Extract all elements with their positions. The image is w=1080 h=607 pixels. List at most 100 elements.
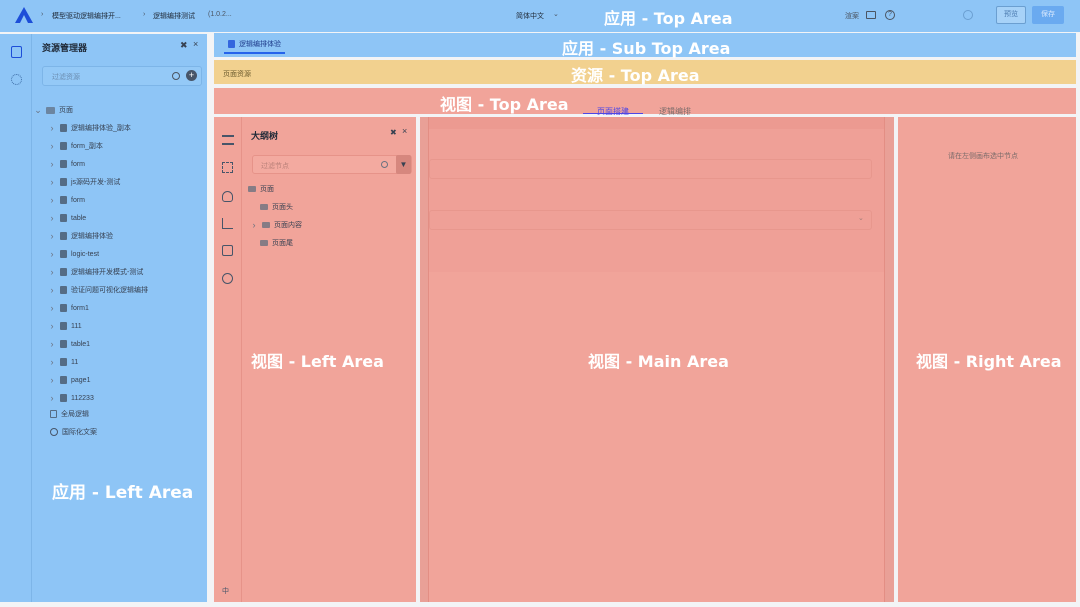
chevron-right-icon[interactable]: › — [250, 219, 258, 231]
explorer-tree-item[interactable]: › table1 — [48, 338, 91, 350]
search-icon[interactable] — [172, 72, 180, 80]
explorer-tree-item[interactable]: › 验证问题可视化逻辑编排 — [48, 284, 149, 296]
explorer-tree-item[interactable]: › 112233 — [48, 392, 94, 404]
chevron-down-icon[interactable]: ⌄ — [34, 104, 42, 116]
chevron-right-icon[interactable]: › — [48, 284, 56, 296]
block-icon — [260, 240, 268, 246]
explorer-tree-item[interactable]: › logic-test — [48, 248, 100, 260]
chevron-right-icon[interactable]: › — [48, 338, 56, 350]
bottom-lang-glyph[interactable]: 中 — [222, 586, 229, 596]
filter-icon[interactable]: ▼ — [396, 155, 411, 174]
outline-root-label: 页面 — [260, 186, 274, 193]
file-icon — [60, 340, 67, 348]
chevron-right-icon[interactable]: › — [48, 266, 56, 278]
page-icon — [248, 186, 256, 192]
app-logo-icon[interactable] — [14, 6, 34, 24]
overlay-label-view-left: 视图 - Left Area — [251, 352, 384, 371]
history-icon[interactable] — [963, 10, 973, 20]
explorer-tree-item[interactable]: › form — [48, 158, 86, 170]
breadcrumb-app[interactable]: 逻辑编排测试 — [153, 11, 195, 21]
explorer-tree-item[interactable]: › 逻辑编排体验 — [48, 230, 114, 242]
chevron-right-icon[interactable]: › — [48, 176, 56, 188]
search-icon[interactable] — [381, 161, 388, 168]
explorer-tree-item[interactable]: › 逻辑编排开发模式-测试 — [48, 266, 144, 278]
explorer-tree-item[interactable]: › form1 — [48, 302, 89, 314]
pin-icon[interactable]: ✖ — [390, 128, 397, 137]
chevron-right-icon[interactable]: › — [48, 374, 56, 386]
add-icon[interactable]: + — [186, 70, 197, 81]
breadcrumb-project[interactable]: 模型驱动逻辑编排开... — [52, 11, 121, 21]
global-logic-item[interactable]: 全局逻辑 — [50, 408, 89, 420]
explorer-tree-item[interactable]: › 11 — [48, 356, 79, 368]
file-icon — [60, 142, 67, 150]
language-select[interactable]: 简体中文 — [516, 11, 544, 21]
explorer-nav-icon[interactable] — [11, 46, 22, 58]
file-icon — [60, 124, 67, 132]
resource-label: 页面资源 — [223, 71, 251, 78]
outline-root-node[interactable]: 页面 — [248, 183, 274, 195]
file-icon — [60, 196, 67, 204]
explorer-tree-item[interactable]: › 逻辑编排体验_副本 — [48, 122, 131, 134]
chevron-right-icon[interactable]: › — [48, 212, 56, 224]
chevron-right-icon[interactable]: › — [48, 140, 56, 152]
help-icon[interactable]: ? — [885, 10, 895, 20]
explorer-tree-item[interactable]: › page1 — [48, 374, 91, 386]
chevron-right-icon[interactable]: › — [48, 320, 56, 332]
explorer-tree-item-label: 验证问题可视化逻辑编排 — [71, 287, 148, 294]
global-logic-label: 全局逻辑 — [61, 411, 89, 418]
components-icon[interactable] — [222, 162, 233, 173]
explorer-tree-item-label: form_副本 — [71, 143, 103, 150]
view-tab-logic[interactable]: 逻辑编排 — [659, 101, 691, 116]
chevron-right-icon[interactable]: › — [48, 230, 56, 242]
canvas-form-block — [429, 129, 884, 272]
pin-icon[interactable]: ✖ — [180, 40, 188, 51]
chevron-right-icon[interactable]: › — [48, 356, 56, 368]
close-icon[interactable]: × — [402, 126, 407, 136]
close-icon[interactable]: × — [193, 39, 198, 49]
explorer-tree-item[interactable]: › form_副本 — [48, 140, 103, 152]
file-icon — [60, 322, 67, 330]
activity-rail — [0, 34, 32, 602]
explorer-tree-item-label: js源码开发-测试 — [71, 179, 121, 186]
chevron-right-icon[interactable]: › — [48, 158, 56, 170]
explorer-tree-item[interactable]: › 111 — [48, 320, 82, 332]
tab-logic-experience[interactable]: 逻辑编排体验 — [224, 36, 285, 54]
explorer-tree-item[interactable]: › js源码开发-测试 — [48, 176, 121, 188]
explorer-search-input[interactable]: 过滤资源 + — [42, 66, 202, 86]
file-icon — [60, 214, 67, 222]
explorer-tree-item-label: form1 — [71, 304, 89, 312]
explorer-tree-item[interactable]: › form — [48, 194, 86, 206]
app-left-area: 资源管理器 ✖ × 过滤资源 + ⌄ 页面 › 逻辑编排体验_副本 › form_副本… — [0, 34, 207, 602]
chevron-right-icon[interactable]: › — [48, 194, 56, 206]
explorer-root-node[interactable]: ⌄ 页面 — [34, 104, 73, 116]
preview-button[interactable]: 预览 — [996, 6, 1026, 24]
publish-button[interactable]: 保存 — [1032, 6, 1064, 24]
app-top-bar: › 模型驱动逻辑编排开... › 逻辑编排测试 (1.0.2... 简体中文 ⌄… — [0, 0, 1080, 32]
file-icon — [60, 268, 67, 276]
settings-gear-icon[interactable] — [11, 74, 22, 85]
i18n-item[interactable]: 国际化文案 — [50, 426, 97, 438]
chevron-right-icon[interactable]: › — [48, 122, 56, 134]
schema-icon[interactable] — [222, 245, 233, 256]
outline-node-footer[interactable]: 页面尾 — [260, 237, 293, 249]
outline-node-header[interactable]: 页面头 — [260, 201, 293, 213]
datasource-icon[interactable] — [222, 191, 233, 202]
chart-icon[interactable] — [222, 273, 233, 284]
outline-search-input[interactable]: 过滤节点 — [252, 155, 412, 174]
chevron-right-icon[interactable]: › — [48, 302, 56, 314]
topbar-right-label[interactable]: 渲案 — [845, 11, 859, 21]
tab-label: 逻辑编排体验 — [239, 41, 281, 48]
chevron-right-icon[interactable]: › — [48, 248, 56, 260]
right-panel-hint: 请在左侧画布选中节点 — [948, 153, 1018, 160]
flow-icon[interactable] — [222, 218, 233, 229]
chevron-right-icon[interactable]: › — [48, 392, 56, 404]
file-icon — [228, 40, 235, 48]
view-left-area: 中 大纲树 ✖ × 过滤节点 ▼ 页面 页面头 › 页面内容 页面尾 视图 - … — [214, 117, 416, 602]
explorer-tree-item-label: 逻辑编排体验 — [71, 233, 113, 240]
outline-node-content[interactable]: › 页面内容 — [250, 219, 303, 231]
explorer-tree-item[interactable]: › table — [48, 212, 87, 224]
view-tab-page-build[interactable]: 页面搭建 — [583, 101, 643, 116]
keyboard-icon[interactable] — [866, 11, 876, 19]
explorer-tree-item-label: logic-test — [71, 250, 100, 258]
outline-tree-icon[interactable] — [222, 135, 234, 145]
